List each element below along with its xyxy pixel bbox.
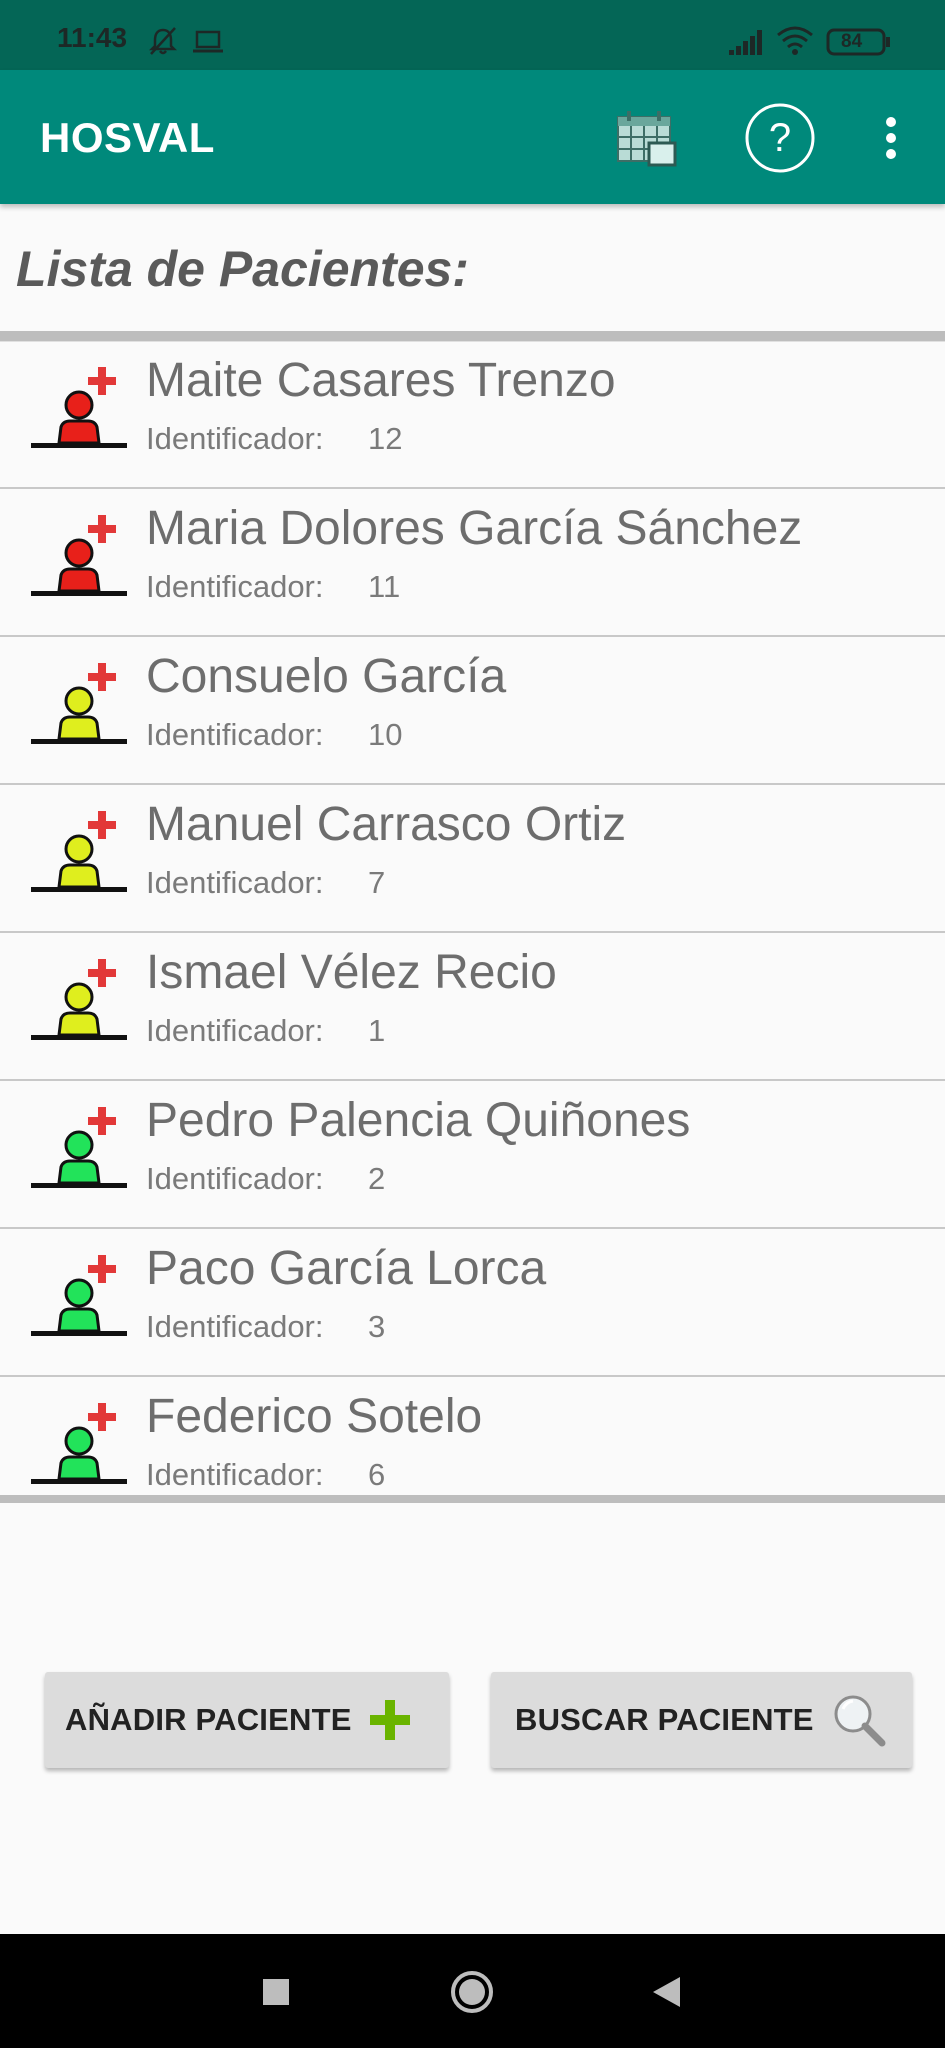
app-title: HOSVAL: [40, 114, 215, 161]
patient-id-value: 3: [368, 1309, 386, 1344]
add-patient-label: AÑADIR PACIENTE: [65, 1702, 352, 1737]
laptop-icon: [192, 30, 224, 59]
recents-button[interactable]: [248, 1964, 304, 2020]
home-button[interactable]: [444, 1964, 500, 2020]
patient-name: Manuel Carrasco Ortiz: [146, 798, 627, 851]
back-triangle-icon: [653, 1977, 680, 2007]
help-button[interactable]: ?: [742, 100, 818, 176]
patient-id-label: Identificador:: [146, 1457, 324, 1492]
add-patient-button[interactable]: AÑADIR PACIENTE: [45, 1672, 449, 1768]
patient-id-label: Identificador:: [146, 865, 324, 900]
plus-icon: [368, 1698, 412, 1742]
patient-id-label: Identificador:: [146, 1161, 324, 1196]
patient-name: Ismael Vélez Recio: [146, 946, 557, 999]
patient-status-icon: [28, 1253, 132, 1353]
patient-id-value: 2: [368, 1161, 386, 1196]
patient-id-label: Identificador:: [146, 1013, 324, 1048]
patient-status-icon: [28, 661, 132, 761]
patient-row[interactable]: Pedro Palencia Quiñones Identificador: 2: [0, 1081, 945, 1229]
patient-name: Paco García Lorca: [146, 1242, 547, 1295]
patient-name: Consuelo García: [146, 650, 507, 703]
overflow-menu-button[interactable]: [853, 100, 929, 176]
patient-status-icon: [28, 1401, 132, 1495]
screen: 11:43 84 HOSVAL ? Lista de Pacientes: Ma…: [0, 0, 945, 2048]
patient-name: Maite Casares Trenzo: [146, 354, 616, 407]
patient-status-icon: [28, 1105, 132, 1205]
status-time: 11:43: [57, 22, 128, 53]
svg-text:?: ?: [769, 116, 791, 160]
patient-row[interactable]: Maite Casares Trenzo Identificador: 12: [0, 341, 945, 489]
list-divider-bottom: [0, 1495, 945, 1503]
status-bar: 11:43 84: [0, 0, 945, 70]
patient-row[interactable]: Manuel Carrasco Ortiz Identificador: 7: [0, 785, 945, 933]
signal-icon: [728, 28, 764, 61]
patient-id-label: Identificador:: [146, 1309, 324, 1344]
wifi-icon: [776, 24, 814, 61]
search-patient-label: BUSCAR PACIENTE: [515, 1702, 814, 1737]
app-bar: HOSVAL ?: [0, 70, 945, 204]
patient-list[interactable]: Maite Casares Trenzo Identificador: 12 Mari…: [0, 341, 945, 1495]
patient-row[interactable]: Federico Sotelo Identificador: 6: [0, 1377, 945, 1495]
patient-status-icon: [28, 809, 132, 909]
patient-id-value: 11: [368, 569, 401, 604]
patient-status-icon: [28, 513, 132, 613]
patient-id-value: 7: [368, 865, 386, 900]
patient-name: Federico Sotelo: [146, 1390, 483, 1443]
patient-row[interactable]: Maria Dolores García Sánchez Identificado…: [0, 489, 945, 637]
help-icon: ?: [745, 103, 815, 173]
more-vert-icon: [886, 117, 896, 159]
search-patient-button[interactable]: BUSCAR PACIENTE: [491, 1672, 912, 1768]
patient-id-value: 6: [368, 1457, 386, 1492]
home-circle-icon: [451, 1971, 493, 2013]
patient-row[interactable]: Ismael Vélez Recio Identificador: 1: [0, 933, 945, 1081]
list-heading: Lista de Pacientes:: [16, 241, 469, 297]
calendar-button[interactable]: [608, 100, 684, 176]
calendar-icon: [617, 111, 677, 167]
patient-status-icon: [28, 957, 132, 1057]
patient-status-icon: [28, 365, 132, 465]
patient-name: Pedro Palencia Quiñones: [146, 1094, 691, 1147]
patient-id-value: 1: [368, 1013, 386, 1048]
patient-id-label: Identificador:: [146, 421, 324, 456]
recents-square-icon: [263, 1979, 289, 2005]
patient-id-label: Identificador:: [146, 569, 324, 604]
patient-id-label: Identificador:: [146, 717, 324, 752]
patient-id-value: 10: [368, 717, 403, 752]
magnifier-icon: [830, 1691, 888, 1749]
bell-off-icon: [148, 26, 178, 61]
patient-row[interactable]: Consuelo García Identificador: 10: [0, 637, 945, 785]
patient-name: Maria Dolores García Sánchez: [146, 502, 803, 555]
battery-level: 84: [841, 31, 863, 52]
system-nav-bar: [0, 1934, 945, 2048]
back-button[interactable]: [638, 1964, 694, 2020]
patient-row[interactable]: Paco García Lorca Identificador: 3: [0, 1229, 945, 1377]
patient-id-value: 12: [368, 421, 403, 456]
